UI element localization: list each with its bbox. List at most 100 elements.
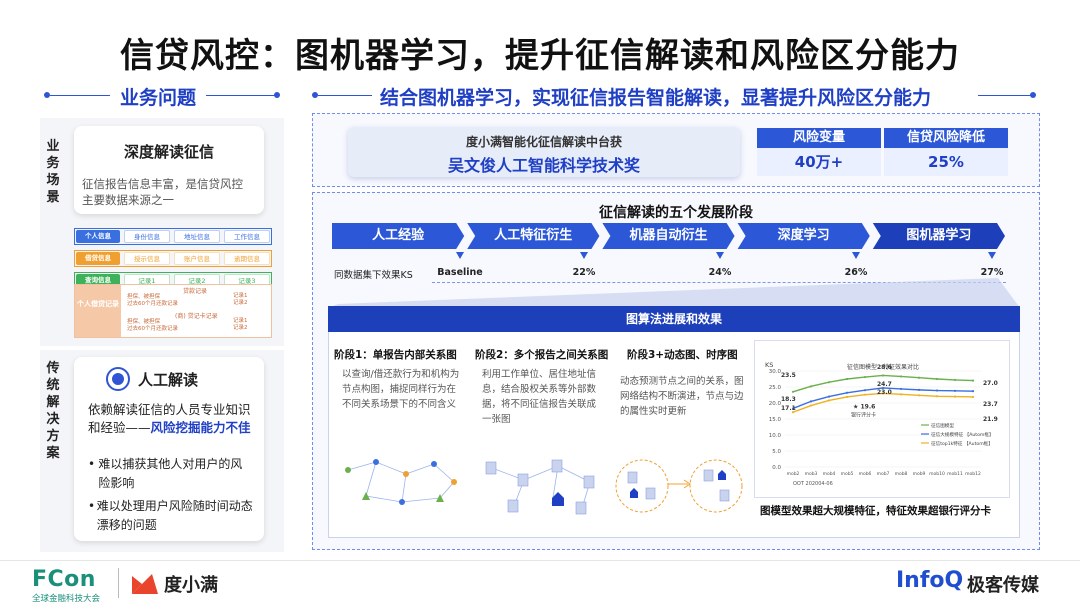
perspective-shade bbox=[328, 278, 1020, 308]
chart-point bbox=[917, 394, 921, 397]
chart-ytick: 5.0 bbox=[772, 449, 781, 455]
scenario-vertical-label: 业务场景 bbox=[43, 138, 63, 206]
traditional-vertical-label: 传统解决方案 bbox=[43, 360, 63, 462]
left-section-header: 业务问题 bbox=[120, 87, 197, 109]
report-row: 个人信息 身份信息 地址信息 工作信息 bbox=[74, 228, 272, 245]
chart-ytick: 30.0 bbox=[769, 369, 782, 375]
chart-point bbox=[863, 389, 867, 392]
footer-separator bbox=[118, 568, 119, 598]
phase-3-graph-illustration bbox=[615, 459, 743, 513]
chart-xtick: mob11 bbox=[947, 471, 963, 477]
phase-1-body: 以查询/借还款行为和机构为节点构图，捕捉同样行为在不同关系场景下的不同含义 bbox=[342, 369, 460, 410]
chart-peak-label: 23.0 bbox=[877, 389, 892, 396]
traditional-label: 传统解决方案 bbox=[46, 361, 60, 461]
phase-1-graph-illustration bbox=[345, 459, 457, 505]
stage-label: 深度学习 bbox=[777, 228, 830, 243]
chart-ytick: 25.0 bbox=[769, 385, 782, 391]
chart-canvas: KS 征信图模型、特征效果对比0.05.010.015.020.025.030.0… bbox=[765, 361, 998, 487]
chart-point bbox=[827, 381, 831, 384]
phase-3-body: 动态预测节点之间的关系，图网络结构不断演进，节点与边的属性实时更新 bbox=[620, 376, 744, 417]
chart-point bbox=[953, 378, 957, 382]
report-cell: 授示信息 bbox=[124, 252, 170, 265]
page-title: 信贷风控：图机器学习，提升征信解读和风险区分能力 bbox=[120, 36, 960, 76]
stage-label: 人工经验 bbox=[372, 228, 425, 243]
stage-label: 机器自动衍生 bbox=[629, 228, 708, 243]
chart-point bbox=[827, 395, 831, 398]
chart-point bbox=[899, 393, 903, 396]
chart-point bbox=[899, 387, 903, 391]
stage-labels: 人工经验 人工特征衍生 机器自动衍生 深度学习 图机器学习 bbox=[332, 223, 1008, 249]
du-logo-icon bbox=[132, 574, 158, 594]
algo-conclusion: 图模型效果超大规模特征，特征效果超银行评分卡 bbox=[760, 505, 991, 517]
report-row: 借贷信息 授示信息 账户信息 逾期信息 bbox=[74, 250, 272, 267]
loan-record-lines: 担保、被担保 过去60个月还款记录 bbox=[127, 294, 178, 308]
scenario-card: 深度解读征信 征信报告信息丰富，是信贷风控主要数据来源之一 bbox=[74, 126, 264, 214]
report-row-head: 个人信息 bbox=[76, 230, 120, 243]
loan-record-ids: 记录1 记录2 bbox=[233, 293, 248, 307]
metric-value: 40万+ bbox=[757, 148, 881, 176]
chart-peak-label: 24.7 bbox=[877, 381, 892, 388]
record-id: 记录2 bbox=[233, 300, 248, 306]
phase-3-title: 阶段3+动态图、时序图 bbox=[627, 349, 738, 361]
card-record-lines: 担保、被担保 过去60个月还款记录 bbox=[127, 319, 178, 333]
card-record-label: (商) 贷记卡记录 bbox=[175, 313, 218, 320]
chart-start-label: 18.3 bbox=[781, 396, 796, 403]
chart-point bbox=[791, 390, 795, 393]
du-brand: 度小满 bbox=[164, 575, 218, 596]
stages-title: 征信解读的五个发展阶段 bbox=[599, 205, 753, 221]
scenario-label: 业务场景 bbox=[46, 139, 60, 205]
chart-ytick: 15.0 bbox=[769, 417, 782, 423]
report-cell: 地址信息 bbox=[174, 230, 220, 243]
algo-panel-header: 图算法进展和效果 bbox=[328, 306, 1020, 332]
traditional-card-title: 人工解读 bbox=[138, 371, 199, 389]
chart-ytick: 0.0 bbox=[772, 465, 781, 471]
scenario-card-title: 深度解读征信 bbox=[123, 143, 214, 161]
chart-point bbox=[935, 395, 939, 398]
header-line bbox=[50, 95, 110, 96]
chart-bank-label: 银行评分卡 bbox=[851, 411, 876, 418]
chart-xtick: mob2 bbox=[787, 471, 800, 477]
chart-legend-label: 征信图模型 bbox=[931, 422, 954, 429]
chart-point bbox=[845, 377, 849, 381]
card-record-ids: 记录1 记录2 bbox=[233, 318, 248, 332]
metric-risk-reduction: 信贷风险降低 25% bbox=[884, 128, 1008, 176]
stage-label: 人工特征衍生 bbox=[494, 228, 573, 243]
chart-ytick: 10.0 bbox=[769, 433, 782, 439]
chart-peak-label: 28.6 bbox=[877, 364, 892, 371]
phase-2-graph-illustration bbox=[485, 459, 595, 515]
record-line: 担保、被担保 bbox=[127, 319, 161, 325]
stage-marker bbox=[852, 252, 860, 259]
chart-end-label: 21.9 bbox=[983, 416, 998, 423]
metric-value: 25% bbox=[884, 148, 1008, 176]
chart-point bbox=[935, 377, 939, 381]
chart-start-label: 23.5 bbox=[781, 372, 796, 379]
chart-point bbox=[953, 389, 957, 392]
borrow-record-block: 个人借贷记录 贷款记录 (商) 贷记卡记录 担保、被担保 过去60个月还款记录 … bbox=[74, 284, 272, 338]
chart-point bbox=[881, 374, 885, 377]
chart-point bbox=[863, 375, 867, 379]
chart-point bbox=[845, 395, 849, 399]
chart-point bbox=[953, 395, 957, 398]
chart-ytick: 20.0 bbox=[769, 401, 782, 407]
award-line2: 吴文俊人工智能科学技术奖 bbox=[447, 156, 640, 175]
chart-xtick: mob10 bbox=[929, 471, 945, 477]
traditional-desc: 依赖解读征信的人员专业知识和经验——风险挖掘能力不佳 bbox=[88, 401, 256, 437]
award-banner: 度小满智能化征信解读中台获 吴文俊人工智能科学技术奖 bbox=[348, 127, 740, 177]
header-dot-right bbox=[274, 92, 280, 98]
chart-point bbox=[809, 404, 813, 407]
ks-comparison-chart: KS 征信图模型、特征效果对比 0.0 5.0 10.0 15.0 20.0 25.0 30.0… bbox=[754, 340, 1010, 498]
chart-legend-label: 征信top1k特征 【Autom框】 bbox=[931, 440, 993, 447]
record-line: 担保、被担保 bbox=[127, 294, 161, 300]
chart-point bbox=[971, 390, 975, 393]
bullet-text: 难以处理用户风险随时间动态漂移的问题 bbox=[96, 499, 253, 532]
chart-point bbox=[863, 393, 867, 396]
phase-2-title: 阶段2：多个报告之间关系图 bbox=[475, 349, 609, 361]
chart-xtick: mob4 bbox=[823, 471, 836, 477]
geek-media-logo: 极客传媒 bbox=[967, 575, 1039, 596]
chart-xtick: mob3 bbox=[805, 471, 818, 477]
record-line: 过去60个月还款记录 bbox=[127, 301, 178, 307]
stage-marker bbox=[580, 252, 588, 259]
stage-label: 图机器学习 bbox=[906, 228, 972, 243]
footer-divider bbox=[0, 560, 1080, 561]
record-line: 过去60个月还款记录 bbox=[127, 326, 178, 332]
